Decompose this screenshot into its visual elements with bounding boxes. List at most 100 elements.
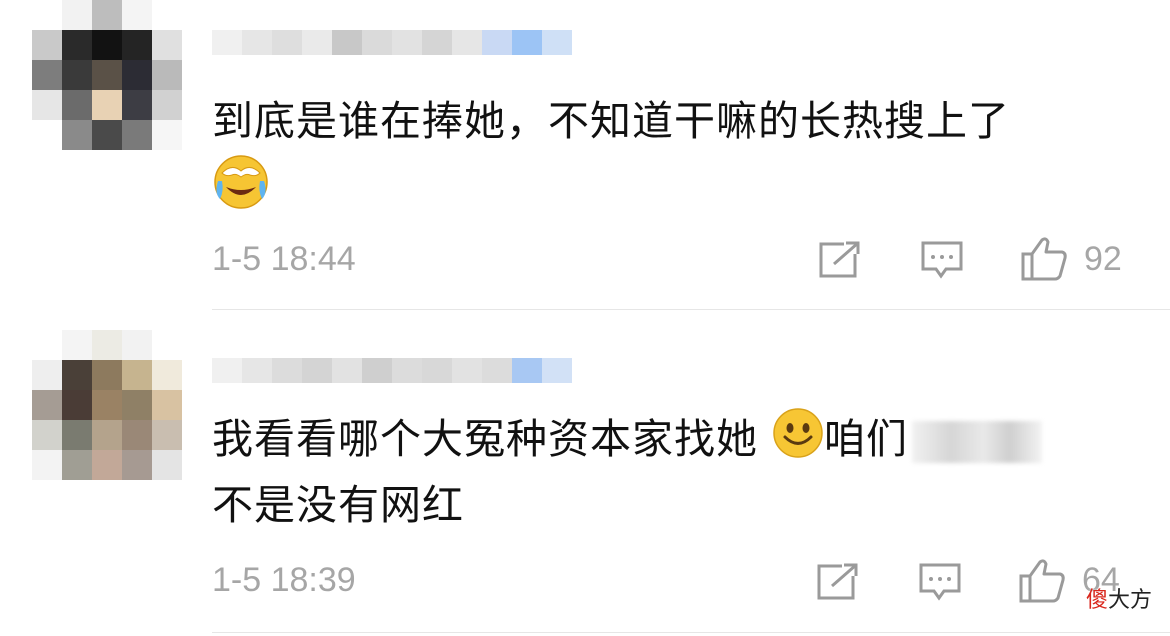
username-pixel — [482, 30, 512, 55]
avatar-pixel — [62, 30, 92, 60]
avatar-pixel — [122, 390, 152, 420]
avatar-pixel — [122, 60, 152, 90]
avatar-pixel — [62, 390, 92, 420]
username-pixel — [542, 30, 572, 55]
avatar-pixel — [62, 420, 92, 450]
avatar-pixel — [152, 360, 182, 390]
avatar-pixel — [32, 450, 62, 480]
avatar-pixel — [92, 90, 122, 120]
avatar-pixel — [62, 330, 92, 360]
comment-icon — [921, 241, 963, 279]
avatar-pixel — [122, 90, 152, 120]
comment-button[interactable] — [920, 240, 964, 280]
comment-text: 我看看哪个大冤种资本家找她 咱们 — [212, 406, 1043, 478]
avatar-pixel — [92, 390, 122, 420]
avatar-pixel — [152, 390, 182, 420]
username-pixel — [332, 30, 362, 55]
comment-text: 到底是谁在捧她，不知道干嘛的长热搜上了 — [212, 88, 1010, 154]
username-pixel — [242, 30, 272, 55]
avatar-pixel — [32, 390, 62, 420]
username-pixel — [362, 358, 392, 383]
avatar-pixel — [122, 30, 152, 60]
watermark: 傻大方 — [1085, 588, 1152, 613]
laughing-crying-emoji-icon — [212, 153, 270, 230]
avatar-pixel — [92, 330, 122, 360]
avatar-pixel — [152, 90, 182, 120]
avatar-pixel — [32, 60, 62, 90]
username-pixel — [542, 358, 572, 383]
username-pixel — [452, 358, 482, 383]
avatar-pixel — [152, 60, 182, 90]
username-pixel — [302, 30, 332, 55]
comment-button[interactable] — [918, 562, 962, 602]
avatar-pixel — [32, 420, 62, 450]
repost-icon — [819, 240, 860, 278]
comment-text-line-1: 到底是谁在捧她，不知道干嘛的长热搜上了 — [212, 97, 1010, 145]
avatar-pixel — [122, 120, 152, 150]
avatar-pixel — [152, 420, 182, 450]
username-pixel — [272, 30, 302, 55]
avatar-pixel — [122, 360, 152, 390]
like-button[interactable] — [1020, 236, 1068, 282]
avatar-pixel — [92, 30, 122, 60]
username-pixel — [332, 358, 362, 383]
avatar-pixel — [152, 330, 182, 360]
username-pixel — [512, 30, 542, 55]
avatar-pixel — [122, 450, 152, 480]
avatar-pixel — [32, 360, 62, 390]
censored-text — [912, 421, 1043, 463]
username-pixel — [272, 358, 302, 383]
avatar-pixel — [152, 0, 182, 30]
avatar-pixel — [32, 0, 62, 30]
username-pixel — [212, 30, 242, 55]
avatar-pixel — [152, 30, 182, 60]
username-pixel — [482, 358, 512, 383]
like-icon — [1019, 559, 1065, 603]
comment-time: 1-5 18:44 — [212, 240, 356, 278]
divider — [212, 309, 1170, 310]
username-pixel — [362, 30, 392, 55]
username-pixel — [512, 358, 542, 383]
avatar-pixel — [92, 0, 122, 30]
repost-icon — [817, 562, 858, 600]
avatar-pixel — [92, 450, 122, 480]
avatar-pixel — [62, 90, 92, 120]
avatar-pixel — [122, 0, 152, 30]
repost-button[interactable] — [818, 240, 862, 280]
comment-text-line-2: 不是没有网红 — [212, 481, 464, 529]
avatar-pixel — [32, 120, 62, 150]
avatar-pixel — [92, 60, 122, 90]
username-pixel — [422, 358, 452, 383]
comment-icon — [919, 563, 961, 601]
avatar[interactable] — [32, 330, 182, 480]
username-pixel — [422, 30, 452, 55]
avatar-pixel — [122, 330, 152, 360]
avatar-pixel — [62, 120, 92, 150]
avatar-pixel — [32, 90, 62, 120]
username[interactable] — [212, 358, 572, 408]
like-button[interactable] — [1018, 558, 1066, 604]
like-icon — [1021, 237, 1067, 281]
username-pixel — [452, 30, 482, 55]
avatar-pixel — [92, 420, 122, 450]
avatar-pixel — [62, 0, 92, 30]
username-pixel — [392, 30, 422, 55]
comment-text-line-1-after: 咱们 — [824, 415, 909, 463]
username[interactable] — [212, 30, 572, 80]
avatar-pixel — [62, 450, 92, 480]
avatar-pixel — [122, 420, 152, 450]
avatar-pixel — [62, 60, 92, 90]
smiley-emoji-icon — [772, 407, 824, 478]
avatar[interactable] — [32, 0, 182, 150]
username-pixel — [302, 358, 332, 383]
avatar-pixel — [152, 120, 182, 150]
avatar-pixel — [62, 360, 92, 390]
avatar-pixel — [92, 360, 122, 390]
avatar-pixel — [32, 330, 62, 360]
username-pixel — [212, 358, 242, 383]
avatar-pixel — [152, 450, 182, 480]
like-count: 92 — [1084, 240, 1122, 278]
repost-button[interactable] — [816, 562, 860, 602]
avatar-pixel — [92, 120, 122, 150]
comment-emoji-line — [212, 153, 270, 230]
